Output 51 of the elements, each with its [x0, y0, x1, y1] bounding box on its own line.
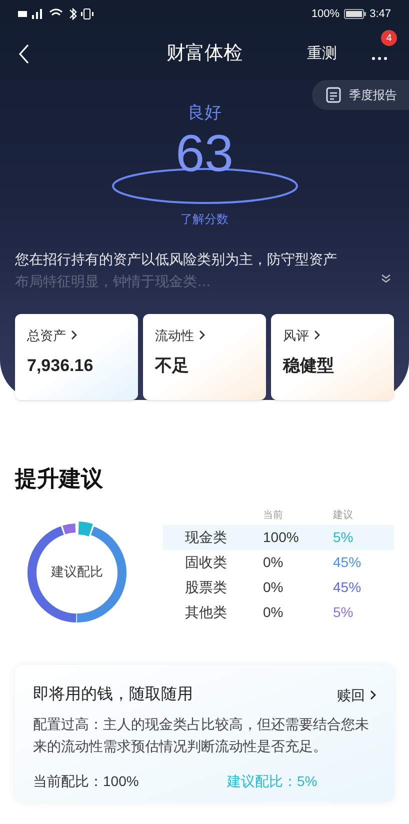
chevron-right-icon [199, 330, 205, 340]
suggested-ratio: 45% [333, 578, 362, 597]
retest-button[interactable]: 重测 [307, 42, 337, 66]
stat-label: 风评 [283, 326, 309, 344]
page-title: 财富体检 [166, 42, 242, 66]
asset-class: 股票类 [184, 578, 228, 597]
stat-label: 流动性 [155, 326, 194, 344]
current-ratio: 0% [263, 553, 284, 572]
expand-icon[interactable] [381, 274, 391, 284]
current-allocation: 当前配比：100% [33, 772, 140, 791]
chevron-right-icon [71, 330, 77, 340]
clock: 3:47 [370, 6, 391, 22]
report-button[interactable]: 季度报告 [312, 80, 409, 110]
stat-card[interactable]: 风评 稳健型 [271, 314, 394, 400]
chevron-right-icon [314, 330, 320, 340]
column-header: 建议 [333, 508, 353, 522]
stat-label: 总资产 [27, 326, 66, 344]
stat-card[interactable]: 流动性 不足 [143, 314, 266, 400]
section-title: 提升建议 [15, 465, 104, 493]
allocation-row[interactable]: 股票类 0% 45% [163, 575, 394, 600]
allocation-row[interactable]: 现金类 100% 5% [163, 525, 394, 550]
battery-icon [344, 9, 366, 19]
current-ratio: 0% [263, 578, 284, 597]
battery-percent: 100% [311, 6, 340, 22]
asset-class: 现金类 [184, 528, 228, 547]
notification-badge: 4 [381, 30, 397, 46]
stat-value: 不足 [155, 355, 190, 377]
asset-class: 其他类 [184, 603, 228, 622]
suggested-allocation: 建议配比：5% [227, 772, 318, 791]
chevron-right-icon [370, 690, 376, 700]
suggested-ratio: 5% [333, 603, 354, 622]
card-title: 即将用的钱，随取随用 [33, 685, 193, 705]
asset-class: 固收类 [184, 553, 228, 572]
allocation-row[interactable]: 其他类 0% 5% [163, 600, 394, 625]
current-ratio: 0% [263, 603, 284, 622]
suggested-ratio: 5% [333, 528, 354, 547]
stat-value: 稳健型 [283, 355, 335, 377]
redeem-link[interactable]: 赎回 [337, 684, 376, 706]
card-description: 配置过高：主人的现金类占比较高，但还需要结合您未来的流动性需求预估情况判断流动性是否充足。 [33, 715, 370, 756]
stat-card[interactable]: 总资产 7,936.16 [15, 314, 138, 400]
donut-label: 建议配比 [51, 563, 103, 582]
document-icon [326, 87, 341, 103]
score-info-link[interactable]: 了解分数 [180, 210, 228, 228]
stat-value: 7,936.16 [27, 355, 94, 377]
column-header: 当前 [263, 508, 284, 522]
allocation-row[interactable]: 固收类 0% 45% [163, 550, 394, 575]
current-ratio: 100% [263, 528, 300, 547]
summary-text: 您在招行持有的资产以低风险类别为主，防守型资产 [15, 250, 338, 268]
score-grade: 良好 [188, 102, 222, 124]
suggested-ratio: 45% [333, 553, 362, 572]
score-value: 63 [176, 128, 234, 180]
